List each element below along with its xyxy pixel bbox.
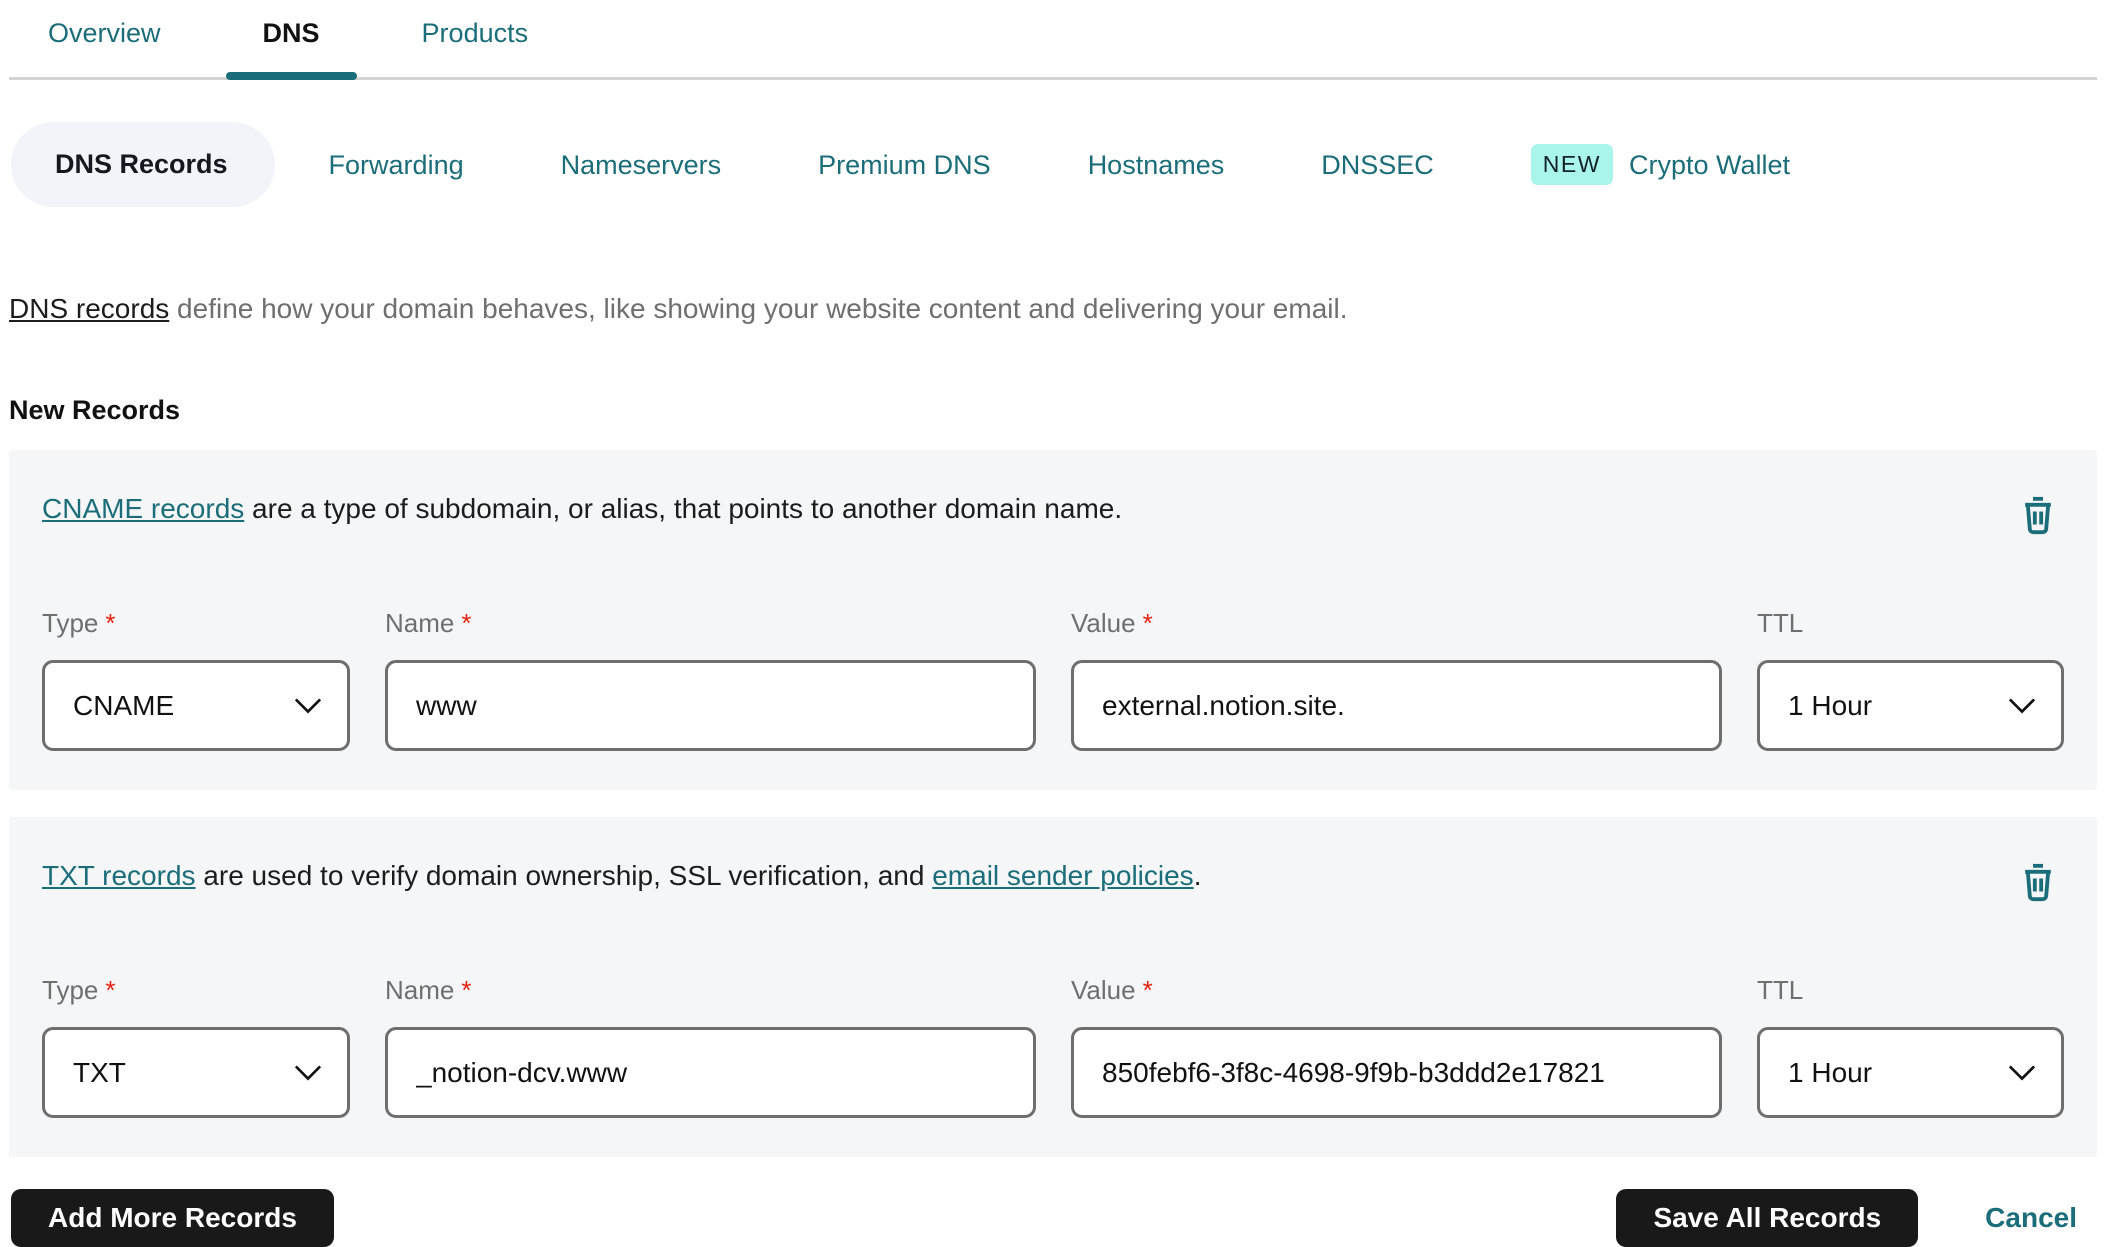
ttl-select[interactable]: 1 Hour — [1757, 660, 2064, 751]
type-label: Type * — [42, 608, 116, 638]
record-description-tail: . — [1193, 860, 1202, 891]
ttl-select-value: 1 Hour — [1788, 689, 1873, 721]
required-asterisk: * — [461, 608, 472, 638]
value-label: Value * — [1071, 975, 1153, 1005]
record-description: CNAME records are a type of subdomain, o… — [42, 491, 1122, 527]
name-input[interactable] — [385, 1027, 1036, 1118]
new-records-heading: New Records — [9, 395, 181, 425]
tab-dns[interactable]: DNS — [225, 0, 357, 80]
tab-overview[interactable]: Overview — [11, 0, 198, 77]
trash-icon — [2025, 496, 2051, 535]
chevron-down-icon — [294, 1065, 322, 1081]
ttl-select-value: 1 Hour — [1788, 1056, 1873, 1088]
type-select-value: CNAME — [73, 689, 175, 721]
save-all-records-button[interactable]: Save All Records — [1616, 1189, 1919, 1247]
name-field: Name * — [385, 608, 1036, 751]
new-badge: NEW — [1530, 144, 1613, 185]
email-sender-policies-link[interactable]: email sender policies — [932, 860, 1193, 891]
required-asterisk: * — [1142, 608, 1153, 638]
tab-products[interactable]: Products — [385, 0, 566, 77]
name-field: Name * — [385, 975, 1036, 1118]
ttl-field: TTL 1 Hour — [1757, 608, 2064, 751]
dns-records-link[interactable]: DNS records — [9, 293, 169, 324]
cname-record-card: CNAME records are a type of subdomain, o… — [9, 450, 2097, 790]
dns-management-page: Overview DNS Products DNS Records Forwar… — [0, 0, 2106, 1247]
name-input[interactable] — [385, 660, 1036, 751]
subnav-item-premium-dns[interactable]: Premium DNS — [818, 148, 991, 182]
delete-record-button[interactable] — [2018, 860, 2058, 905]
txt-record-card: TXT records are used to verify domain ow… — [9, 817, 2097, 1157]
dns-subnav: DNS Records Forwarding Nameservers Premi… — [9, 122, 2097, 207]
required-asterisk: * — [105, 608, 116, 638]
card-header: CNAME records are a type of subdomain, o… — [42, 491, 2064, 538]
dns-intro-text: DNS records define how your domain behav… — [9, 291, 2097, 327]
value-input[interactable] — [1071, 1027, 1722, 1118]
chevron-down-icon — [2008, 698, 2036, 714]
record-description: TXT records are used to verify domain ow… — [42, 858, 1201, 894]
subnav-item-nameservers[interactable]: Nameservers — [561, 148, 722, 182]
ttl-label: TTL — [1757, 975, 1804, 1005]
name-label: Name * — [385, 975, 472, 1005]
required-asterisk: * — [105, 975, 116, 1005]
cname-records-link[interactable]: CNAME records — [42, 493, 244, 524]
type-field: Type * TXT — [42, 975, 350, 1118]
txt-records-link[interactable]: TXT records — [42, 860, 196, 891]
type-label: Type * — [42, 975, 116, 1005]
add-more-records-button[interactable]: Add More Records — [11, 1189, 334, 1247]
ttl-select[interactable]: 1 Hour — [1757, 1027, 2064, 1118]
value-label: Value * — [1071, 608, 1153, 638]
record-description-text: are used to verify domain ownership, SSL… — [195, 860, 933, 891]
chevron-down-icon — [2008, 1065, 2036, 1081]
value-input[interactable] — [1071, 660, 1722, 751]
subnav-item-dns-records[interactable]: DNS Records — [11, 122, 275, 207]
value-field: Value * — [1071, 608, 1722, 751]
type-select[interactable]: TXT — [42, 1027, 350, 1118]
type-field: Type * CNAME — [42, 608, 350, 751]
name-label: Name * — [385, 608, 472, 638]
crypto-wallet-link[interactable]: Crypto Wallet — [1629, 148, 1790, 182]
type-select-value: TXT — [73, 1056, 126, 1088]
required-asterisk: * — [461, 975, 472, 1005]
required-asterisk: * — [1142, 975, 1153, 1005]
cancel-link[interactable]: Cancel — [1985, 1202, 2077, 1234]
chevron-down-icon — [294, 698, 322, 714]
subnav-item-dnssec[interactable]: DNSSEC — [1321, 148, 1434, 182]
subnav-item-forwarding[interactable]: Forwarding — [329, 148, 464, 182]
subnav-item-crypto-wallet[interactable]: NEW Crypto Wallet — [1530, 144, 1790, 185]
ttl-label: TTL — [1757, 608, 1804, 638]
footer-right-actions: Save All Records Cancel — [1616, 1189, 2097, 1247]
card-header: TXT records are used to verify domain ow… — [42, 858, 2064, 905]
domain-tabbar: Overview DNS Products — [9, 0, 2097, 80]
record-fields-row: Type* TXT Name* Value* TTL 1 Hour — [42, 975, 2064, 1118]
record-description-text: are a type of subdomain, or alias, that … — [244, 493, 1123, 524]
trash-icon — [2025, 863, 2051, 902]
intro-text: define how your domain behaves, like sho… — [169, 293, 1348, 324]
record-fields-row: Type* CNAME Name* Value* TTL 1 Hour — [42, 608, 2064, 751]
type-select[interactable]: CNAME — [42, 660, 350, 751]
value-field: Value * — [1071, 975, 1722, 1118]
delete-record-button[interactable] — [2018, 493, 2058, 538]
footer-actions: Add More Records Save All Records Cancel — [9, 1189, 2097, 1247]
subnav-item-hostnames[interactable]: Hostnames — [1088, 148, 1225, 182]
ttl-field: TTL 1 Hour — [1757, 975, 2064, 1118]
